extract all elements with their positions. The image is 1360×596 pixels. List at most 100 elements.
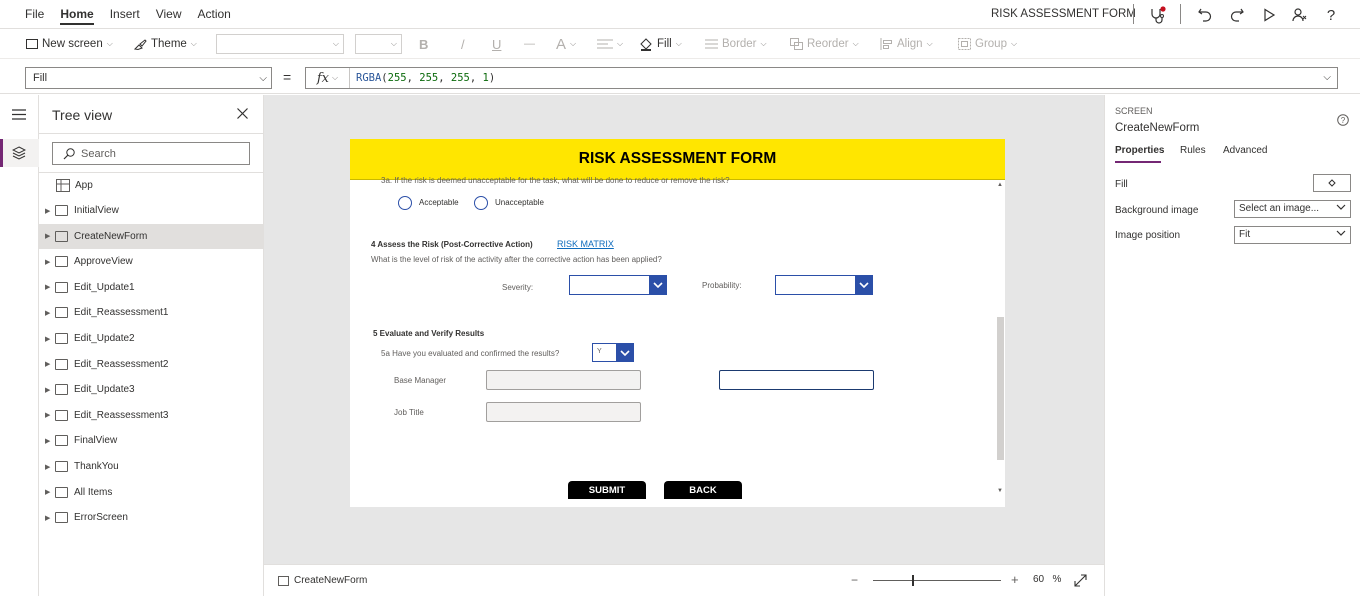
paint-bucket-icon: [1327, 178, 1337, 188]
font-family-dropdown[interactable]: ⌵: [216, 34, 344, 54]
caret-right-icon[interactable]: ▶: [39, 360, 55, 368]
play-icon[interactable]: [1258, 4, 1280, 26]
italic-button[interactable]: /: [461, 29, 465, 59]
reorder-button[interactable]: Reorder ⌵: [790, 29, 859, 59]
radio-acceptable[interactable]: [398, 196, 412, 210]
menu-insert[interactable]: Insert: [102, 0, 148, 29]
tree-item-screen[interactable]: ▶ Edit_Update1: [39, 275, 264, 300]
probability-dropdown[interactable]: [775, 275, 873, 295]
chevron-down-icon: [649, 276, 666, 294]
tree-item-screen[interactable]: ▶ Edit_Reassessment2: [39, 352, 264, 377]
zoom-in-button[interactable]: +: [1011, 572, 1019, 587]
image-position-dropdown[interactable]: Fit: [1234, 226, 1351, 244]
app-screen[interactable]: RISK ASSESSMENT FORM 3a. If the risk is …: [350, 139, 1005, 507]
app-checker-icon[interactable]: [1146, 4, 1168, 26]
underline-button[interactable]: U: [492, 29, 501, 59]
base-manager-input[interactable]: [486, 370, 641, 390]
job-title-input[interactable]: [486, 402, 641, 422]
tree-item-screen[interactable]: ▶ ThankYou: [39, 454, 264, 479]
caret-right-icon[interactable]: ▶: [39, 283, 55, 291]
tree-view-toggle[interactable]: [0, 139, 39, 167]
caret-right-icon[interactable]: ▶: [39, 463, 55, 471]
property-dropdown[interactable]: Fill ⌵: [25, 67, 272, 89]
tree-item-screen[interactable]: ▶ Edit_Reassessment1: [39, 300, 264, 325]
strikethrough-button[interactable]: —: [524, 29, 535, 59]
menu-file[interactable]: File: [0, 0, 52, 29]
tree-item-screen[interactable]: ▶ CreateNewForm: [39, 223, 264, 249]
tab-advanced[interactable]: Advanced: [1223, 145, 1267, 156]
undo-icon[interactable]: [1194, 4, 1216, 26]
caret-right-icon[interactable]: ▶: [39, 207, 55, 215]
fx-button[interactable]: fx ⌵: [306, 68, 350, 88]
caret-right-icon[interactable]: ▶: [39, 232, 55, 240]
fit-to-window-icon[interactable]: [1074, 574, 1087, 587]
zoom-slider-thumb[interactable]: [912, 575, 914, 586]
bold-button[interactable]: B: [419, 29, 428, 59]
tree-item-screen[interactable]: ▶ All Items: [39, 480, 264, 505]
fill-button[interactable]: Fill ⌵: [638, 29, 682, 59]
scroll-down-icon[interactable]: ▼: [997, 488, 1003, 494]
caret-right-icon[interactable]: ▶: [39, 411, 55, 419]
tree-item-app[interactable]: App: [39, 173, 264, 198]
font-size-button[interactable]: A ⌵: [556, 29, 576, 59]
chevron-down-icon: ⌵: [675, 39, 682, 48]
base-manager-email-input[interactable]: [719, 370, 874, 390]
scroll-up-icon[interactable]: ▲: [997, 182, 1003, 188]
caret-right-icon[interactable]: ▶: [39, 514, 55, 522]
zoom-out-button[interactable]: −: [851, 573, 858, 587]
caret-right-icon[interactable]: ▶: [39, 437, 55, 445]
user-icon[interactable]: [1288, 4, 1310, 26]
selection-name[interactable]: CreateNewForm: [1115, 122, 1199, 134]
q5a-dropdown[interactable]: Y: [592, 343, 634, 362]
theme-button[interactable]: Theme ⌵: [134, 29, 197, 59]
help-circle-icon[interactable]: ?: [1337, 114, 1349, 126]
align-button[interactable]: Align ⌵: [880, 29, 933, 59]
caret-right-icon[interactable]: ▶: [39, 258, 55, 266]
chevron-down-icon: ⌵: [190, 39, 197, 48]
back-button[interactable]: BACK: [664, 481, 742, 499]
tree-item-screen[interactable]: ▶ Edit_Update2: [39, 326, 264, 351]
hamburger-menu-icon[interactable]: [11, 107, 27, 121]
border-button[interactable]: Border ⌵: [705, 29, 767, 59]
image-position-value: Fit: [1239, 229, 1251, 240]
tree-search-input[interactable]: Search: [52, 142, 250, 165]
canvas-area: RISK ASSESSMENT FORM 3a. If the risk is …: [264, 95, 1104, 564]
submit-button[interactable]: SUBMIT: [568, 481, 646, 499]
severity-dropdown[interactable]: [569, 275, 667, 295]
tree-item-screen[interactable]: ▶ Edit_Reassessment3: [39, 403, 264, 428]
background-image-dropdown[interactable]: Select an image...: [1234, 200, 1351, 218]
radio-unacceptable-label: Unacceptable: [495, 198, 544, 207]
scroll-thumb[interactable]: [997, 317, 1004, 460]
tree-item-screen[interactable]: ▶ ApproveView: [39, 249, 264, 274]
caret-right-icon[interactable]: ▶: [39, 309, 55, 317]
radio-unacceptable[interactable]: [474, 196, 488, 210]
formula-input[interactable]: fx ⌵ RGBA(255, 255, 255, 1) ⌵: [305, 67, 1338, 89]
expand-formula-icon[interactable]: ⌵: [1323, 72, 1331, 83]
tree-item-screen[interactable]: ▶ FinalView: [39, 428, 264, 453]
tree-item-screen[interactable]: ▶ InitialView: [39, 198, 264, 223]
tree-item-screen[interactable]: ▶ ErrorScreen: [39, 505, 264, 530]
redo-icon[interactable]: [1226, 4, 1248, 26]
caret-right-icon[interactable]: ▶: [39, 335, 55, 343]
zoom-slider[interactable]: [873, 580, 1001, 581]
tree-item-screen[interactable]: ▶ Edit_Update3: [39, 377, 264, 402]
status-screen-selector[interactable]: CreateNewForm: [278, 575, 367, 586]
group-button[interactable]: Group ⌵: [958, 29, 1017, 59]
formula-text[interactable]: RGBA(255, 255, 255, 1): [356, 68, 495, 88]
text-align-button[interactable]: ⌵: [597, 29, 623, 59]
close-icon[interactable]: [235, 106, 249, 120]
menu-action[interactable]: Action: [190, 0, 239, 29]
risk-matrix-link[interactable]: RISK MATRIX: [557, 239, 614, 249]
menu-view[interactable]: View: [148, 0, 190, 29]
font-size-dropdown[interactable]: ⌵: [355, 34, 402, 54]
help-icon[interactable]: ?: [1320, 4, 1342, 26]
tab-rules[interactable]: Rules: [1180, 145, 1206, 156]
new-screen-button[interactable]: New screen ⌵: [26, 29, 113, 59]
menu-home[interactable]: Home: [52, 0, 101, 29]
section4-title: 4 Assess the Risk (Post-Corrective Actio…: [371, 240, 533, 249]
caret-right-icon[interactable]: ▶: [39, 488, 55, 496]
caret-right-icon[interactable]: ▶: [39, 386, 55, 394]
tab-properties[interactable]: Properties: [1115, 145, 1164, 156]
fill-color-picker[interactable]: [1313, 174, 1351, 192]
chevron-down-icon: [1336, 230, 1346, 237]
